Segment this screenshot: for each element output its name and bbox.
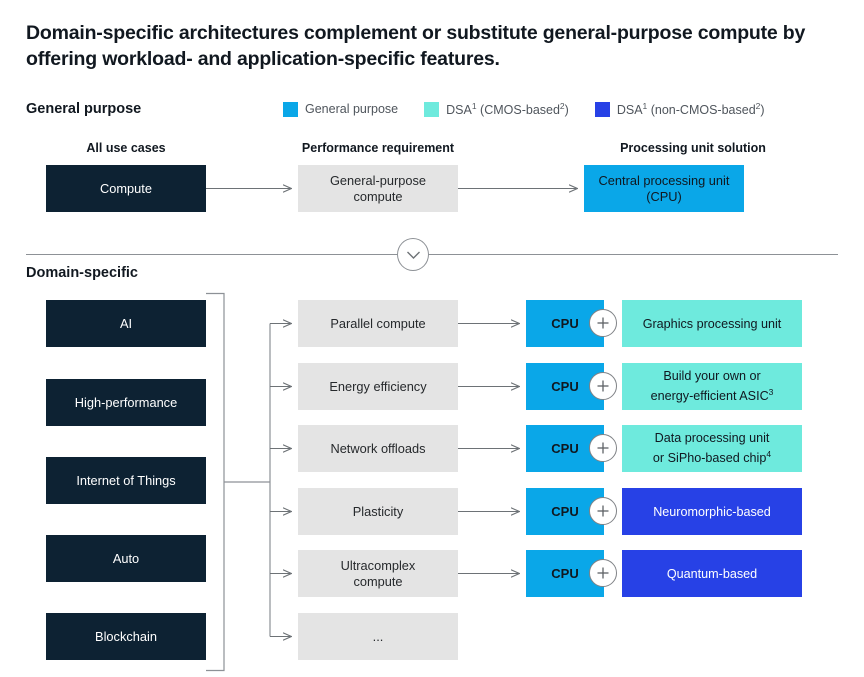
- gp-compute-line2: compute: [353, 188, 403, 204]
- legend-label-general-purpose: General purpose: [305, 102, 399, 116]
- accel-5-line1: Quantum-based: [666, 566, 758, 581]
- dsa-cmos-swatch: [424, 101, 440, 117]
- requirement-ultracomplex-line2: compute: [353, 573, 403, 589]
- accel-1-line1: Graphics processing unit: [642, 316, 782, 331]
- box-requirement-plasticity: Plasticity: [298, 488, 458, 535]
- accel-2-sup: 3: [768, 387, 774, 398]
- bracket-requirements-fanout: [269, 324, 291, 637]
- box-domain-ai: AI: [46, 300, 206, 347]
- box-accelerator-build-your-own-asic: Build your own or energy-efficient ASIC3: [622, 363, 802, 410]
- plus-icon-row-5: [589, 559, 617, 587]
- bracket-domain-use-cases: [206, 292, 270, 672]
- accel-3-line2: or SiPho-based chip: [652, 451, 767, 466]
- legend-label-dsa-non-cmos: DSA1 (non-CMOS-based2): [616, 100, 765, 118]
- box-requirement-energy-efficiency: Energy efficiency: [298, 363, 458, 410]
- page-title: Domain-specific architectures complement…: [26, 22, 806, 70]
- box-accelerator-neuromorphic-based: Neuromorphic-based: [622, 488, 802, 535]
- plus-icon-row-1: [589, 309, 617, 337]
- box-domain-auto: Auto: [46, 535, 206, 582]
- section-label-general-purpose: General purpose: [26, 101, 142, 117]
- accel-2-line1: Build your own or: [663, 369, 761, 384]
- general-purpose-swatch: [283, 101, 298, 117]
- box-accelerator-quantum-based: Quantum-based: [622, 550, 802, 597]
- box-compute: Compute: [46, 165, 206, 212]
- box-requirement-ultracomplex-compute: Ultracomplex compute: [298, 550, 458, 597]
- plus-icon-row-4: [589, 497, 617, 525]
- section-label-domain-specific: Domain-specific: [26, 265, 138, 281]
- plus-icon-row-2: [589, 372, 617, 400]
- gp-compute-line1: General-purpose: [329, 172, 427, 188]
- box-domain-blockchain: Blockchain: [46, 613, 206, 660]
- box-requirement-ellipsis: ...: [298, 613, 458, 660]
- cpu-main-line2: (CPU): [646, 188, 682, 204]
- legend-item-dsa-non-cmos: DSA1 (non-CMOS-based2): [594, 100, 765, 118]
- diagram-canvas: Domain-specific architectures complement…: [0, 0, 864, 677]
- plus-icon-row-3: [589, 434, 617, 462]
- legend-item-general-purpose: General purpose: [283, 101, 399, 117]
- box-central-processing-unit: Central processing unit (CPU): [584, 165, 744, 212]
- requirement-ultracomplex-line1: Ultracomplex: [340, 557, 416, 573]
- chevron-down-icon[interactable]: [397, 238, 429, 271]
- arrows-requirements-to-solutions: [458, 324, 519, 574]
- legend-item-dsa-cmos: DSA1 (CMOS-based2): [424, 101, 569, 117]
- accel-4-line1: Neuromorphic-based: [653, 504, 771, 519]
- column-header-all-use-cases: All use cases: [86, 141, 166, 155]
- legend-label-dsa-cmos: DSA1 (CMOS-based2): [446, 100, 569, 118]
- column-header-processing-unit-solution: Processing unit solution: [620, 141, 766, 155]
- box-accelerator-graphics-processing-unit: Graphics processing unit: [622, 300, 802, 347]
- box-requirement-network-offloads: Network offloads: [298, 425, 458, 472]
- box-domain-high-performance: High-performance: [46, 379, 206, 426]
- box-general-purpose-compute: General-purpose compute: [298, 165, 458, 212]
- legend: General purpose DSA1 (CMOS-based2) DSA1 …: [283, 99, 765, 119]
- cpu-main-line1: Central processing unit: [598, 172, 730, 188]
- section-divider: [26, 254, 838, 255]
- dsa-non-cmos-swatch: [594, 101, 610, 117]
- accel-3-sup: 4: [766, 449, 772, 460]
- column-header-performance-requirement: Performance requirement: [301, 141, 455, 155]
- accel-2-line2: energy-efficient ASIC: [650, 389, 769, 404]
- box-domain-internet-of-things: Internet of Things: [46, 457, 206, 504]
- box-requirement-parallel-compute: Parallel compute: [298, 300, 458, 347]
- box-accelerator-data-processing-unit: Data processing unit or SiPho-based chip4: [622, 425, 802, 472]
- accel-3-line1: Data processing unit: [654, 431, 770, 446]
